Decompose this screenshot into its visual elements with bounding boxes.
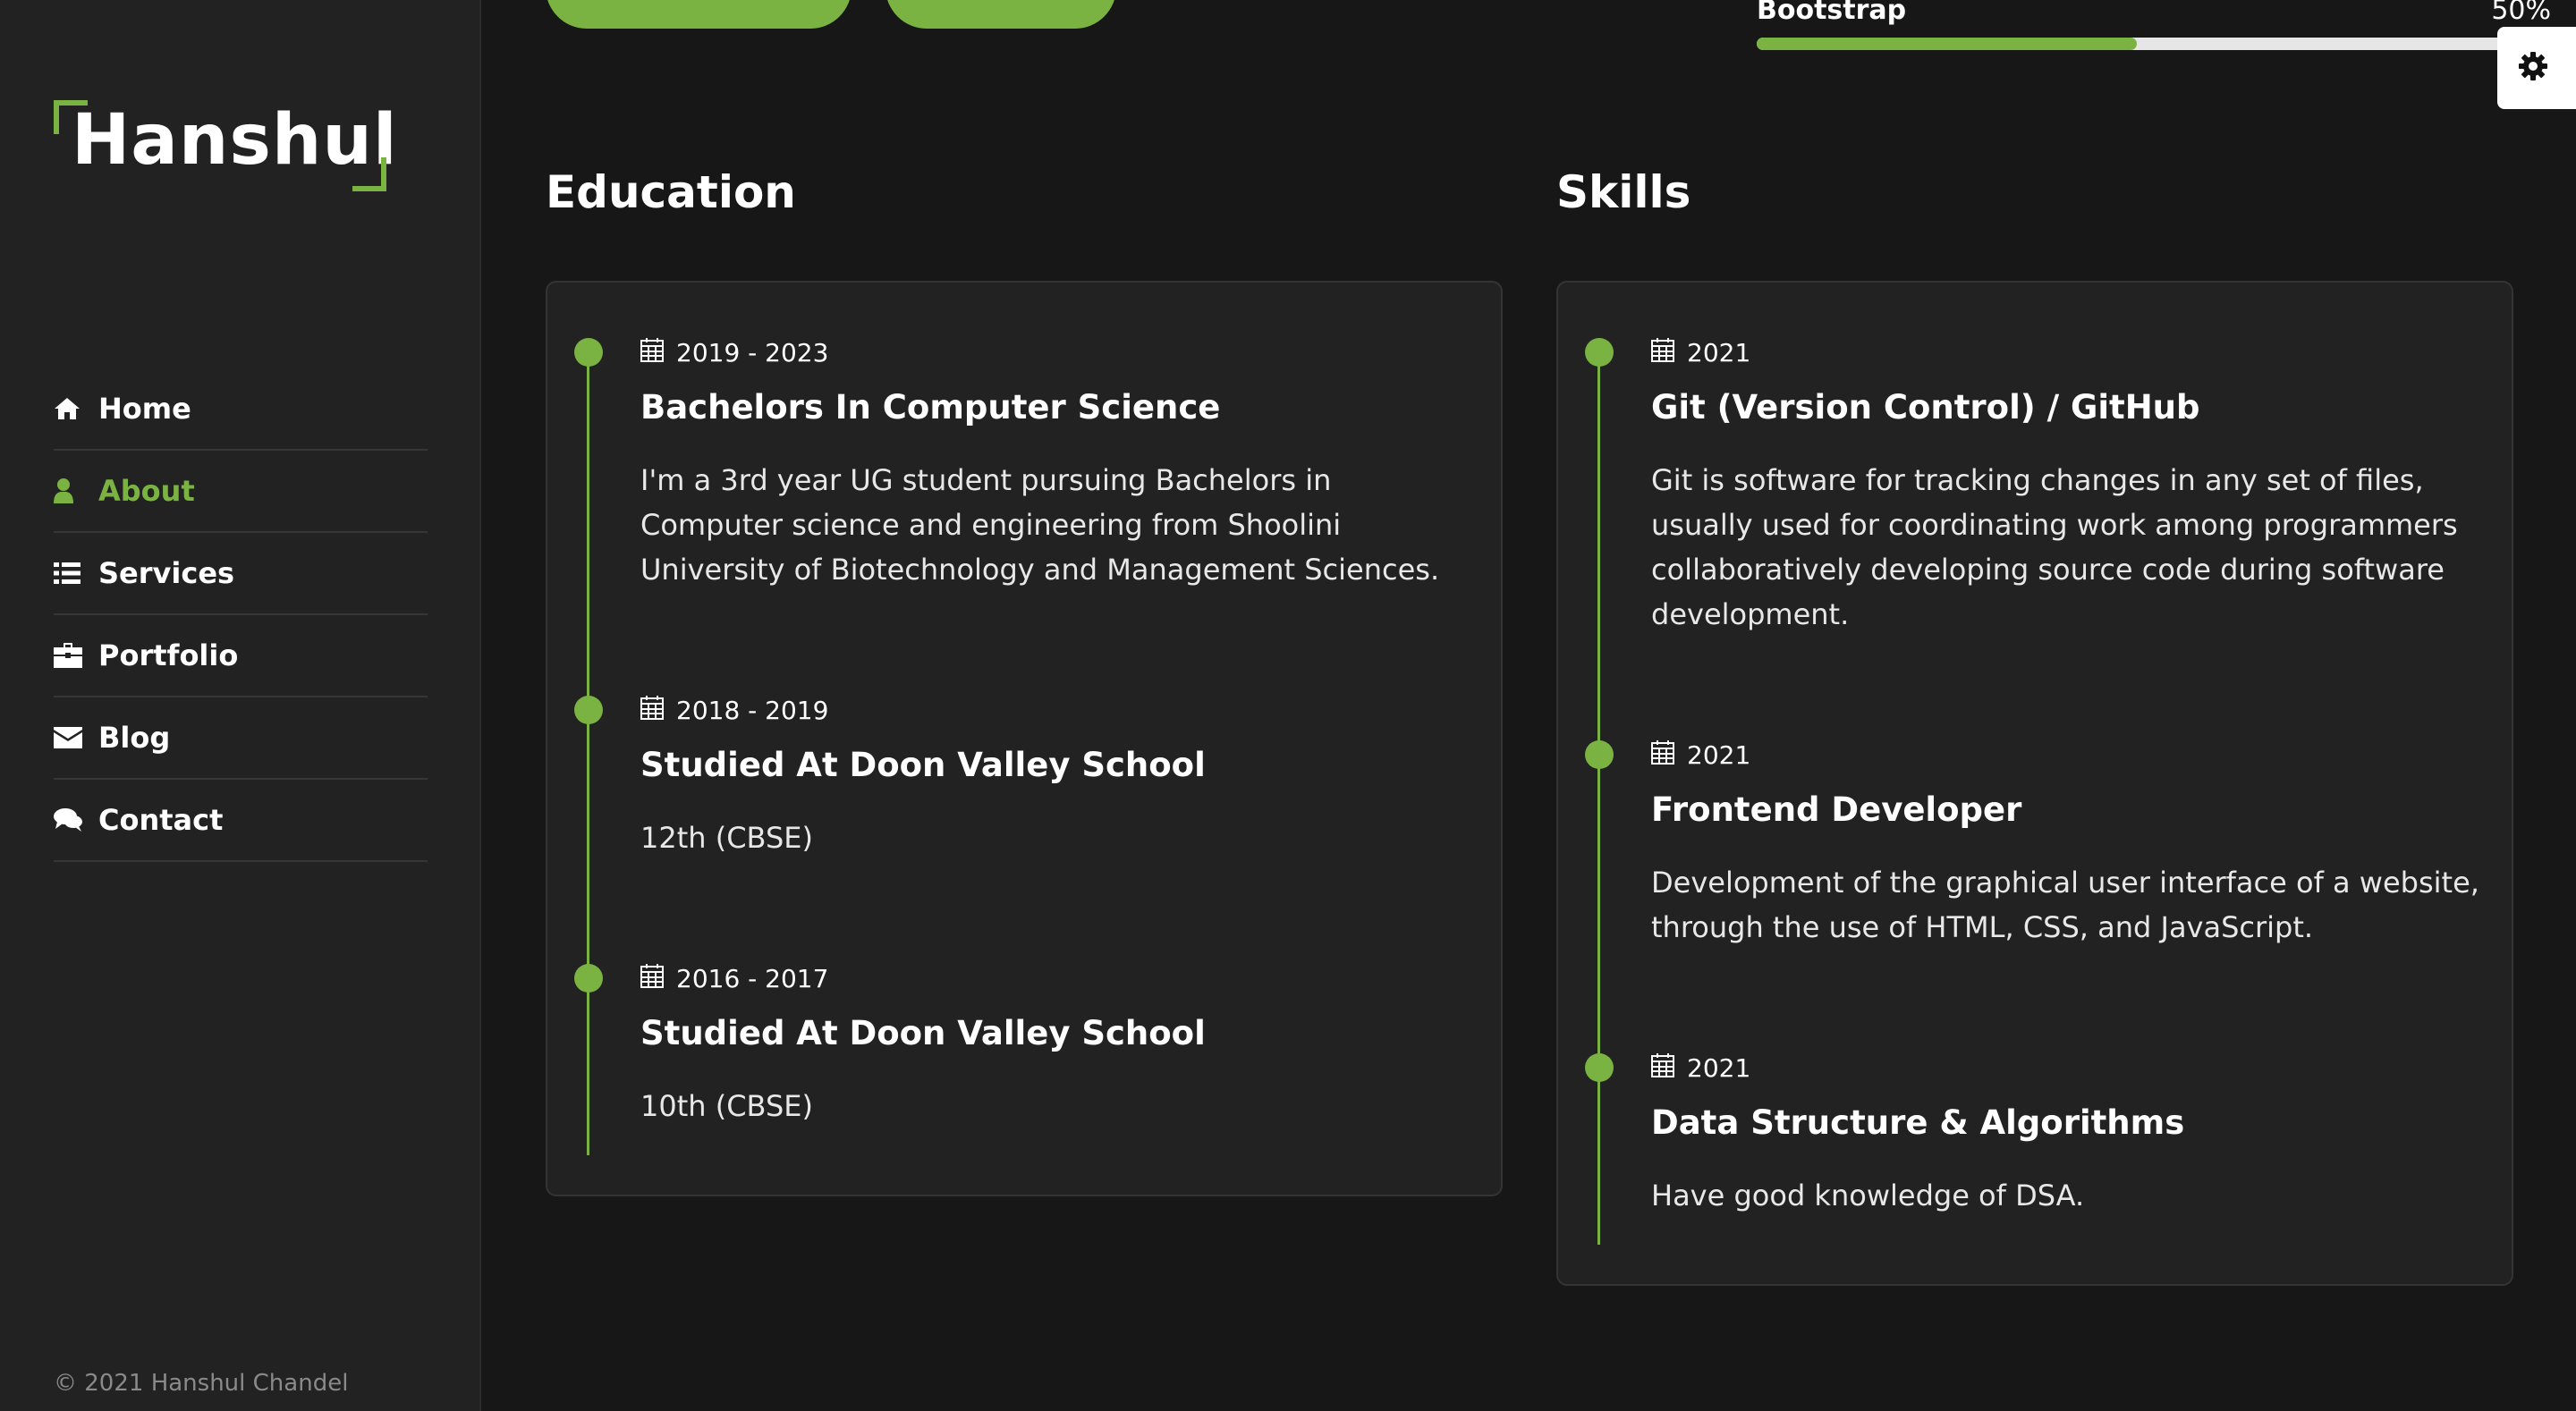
logo-corner-bottom-right <box>352 157 386 191</box>
education-date-text: 2016 - 2017 <box>676 963 829 993</box>
nav-label-blog: Blog <box>98 721 171 755</box>
education-heading: Education <box>546 166 796 218</box>
calendar-icon <box>1651 337 1674 368</box>
nav-label-home: Home <box>98 392 191 426</box>
nav-item-home[interactable]: Home <box>54 368 428 451</box>
education-date: 2018 - 2019 <box>640 695 829 726</box>
nav-item-about[interactable]: About <box>54 451 428 533</box>
main-content: Bootstrap 50% Education 2019 - 2023 Bach… <box>483 0 2576 1411</box>
education-timeline-line <box>587 351 589 1155</box>
sidebar: Hanshul Home About Services Portfolio Bl… <box>0 0 481 1411</box>
education-description: I'm a 3rd year UG student pursuing Bache… <box>640 463 1440 587</box>
skill-title: Frontend Developer <box>1651 790 2022 829</box>
timeline-dot <box>1585 740 1614 769</box>
skill-title: Data Structure & Algorithms <box>1651 1103 2185 1142</box>
skill-title: Git (Version Control) / GitHub <box>1651 388 2200 427</box>
envelope-icon <box>54 727 98 748</box>
skill-description: Git is software for tracking changes in … <box>1651 463 2458 631</box>
education-title: Studied At Doon Valley School <box>640 1014 1206 1052</box>
timeline-dot <box>1585 1053 1614 1082</box>
settings-button[interactable] <box>2497 27 2576 109</box>
nav-label-about: About <box>98 474 195 508</box>
nav-item-services[interactable]: Services <box>54 533 428 615</box>
timeline-dot <box>574 338 603 367</box>
education-date-text: 2018 - 2019 <box>676 695 829 725</box>
education-date: 2019 - 2023 <box>640 337 829 368</box>
skills-timeline-line <box>1597 351 1600 1245</box>
nav-item-contact[interactable]: Contact <box>54 780 428 862</box>
skill-date-text: 2021 <box>1687 337 1751 368</box>
brand-name: Hanshul <box>72 100 398 181</box>
skills-heading: Skills <box>1556 166 1691 218</box>
skills-card: 2021 Git (Version Control) / GitHub Git … <box>1556 281 2513 1286</box>
skill-progress-percent: 50% <box>2491 0 2551 26</box>
calendar-icon <box>640 963 664 994</box>
skill-description: Have good knowledge of DSA. <box>1651 1179 2085 1212</box>
nav-label-portfolio: Portfolio <box>98 638 239 672</box>
contact-button[interactable] <box>886 0 1116 29</box>
timeline-dot <box>574 964 603 993</box>
main-nav: Home About Services Portfolio Blog Conta… <box>54 368 428 862</box>
skill-progress-track <box>1757 38 2517 50</box>
skill-date: 2021 <box>1651 337 1751 368</box>
calendar-icon <box>1651 1052 1674 1084</box>
timeline-dot <box>574 696 603 724</box>
skill-date: 2021 <box>1651 739 1751 771</box>
comments-icon <box>54 807 98 832</box>
nav-label-contact: Contact <box>98 803 224 837</box>
briefcase-icon <box>54 643 98 668</box>
education-title: Studied At Doon Valley School <box>640 746 1206 784</box>
nav-item-portfolio[interactable]: Portfolio <box>54 615 428 697</box>
education-description: 10th (CBSE) <box>640 1089 813 1123</box>
user-icon <box>54 478 98 503</box>
education-title: Bachelors In Computer Science <box>640 388 1221 427</box>
skill-date-text: 2021 <box>1687 739 1751 770</box>
home-icon <box>54 397 98 420</box>
nav-label-services: Services <box>98 556 235 590</box>
gear-icon <box>2517 50 2549 86</box>
brand-logo[interactable]: Hanshul <box>54 100 397 191</box>
nav-item-blog[interactable]: Blog <box>54 697 428 780</box>
copyright-text: © 2021 Hanshul Chandel <box>54 1370 349 1397</box>
skill-progress-fill <box>1757 38 2137 50</box>
skill-date: 2021 <box>1651 1052 1751 1084</box>
calendar-icon <box>1651 739 1674 771</box>
timeline-dot <box>1585 338 1614 367</box>
download-cv-button[interactable] <box>546 0 852 29</box>
skill-date-text: 2021 <box>1687 1052 1751 1083</box>
skill-progress-label: Bootstrap <box>1757 0 1907 26</box>
calendar-icon <box>640 337 664 368</box>
education-date: 2016 - 2017 <box>640 963 829 994</box>
education-description: 12th (CBSE) <box>640 821 813 855</box>
list-icon <box>54 562 98 584</box>
education-card: 2019 - 2023 Bachelors In Computer Scienc… <box>546 281 1503 1196</box>
calendar-icon <box>640 695 664 726</box>
education-date-text: 2019 - 2023 <box>676 337 829 368</box>
skill-description: Development of the graphical user interf… <box>1651 866 2479 944</box>
